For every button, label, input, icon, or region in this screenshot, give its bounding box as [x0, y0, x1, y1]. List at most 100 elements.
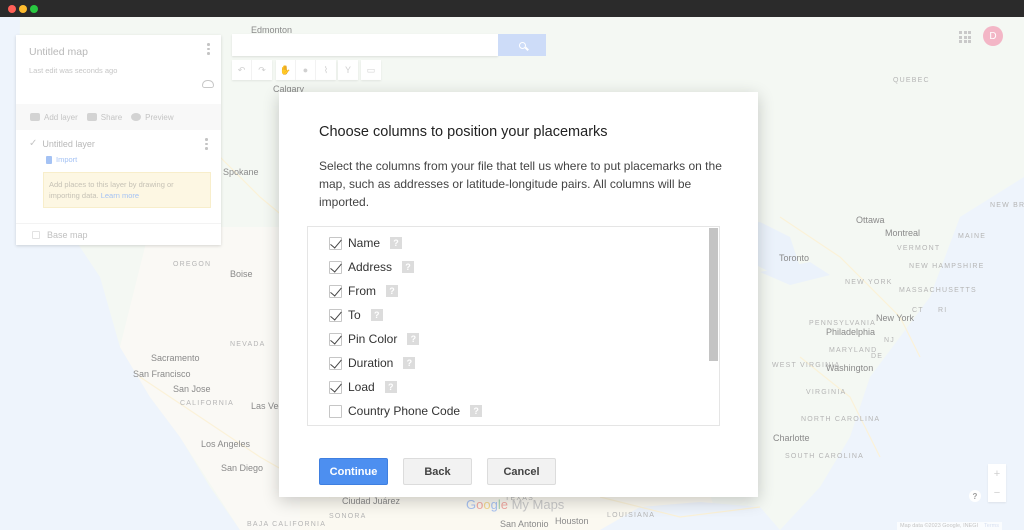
column-item: From ?	[329, 282, 398, 300]
preview-button[interactable]: Preview	[131, 112, 174, 122]
help-icon[interactable]: ?	[390, 237, 403, 249]
map-label-region: NEVADA	[230, 341, 266, 348]
marker-icon[interactable]: ●	[296, 60, 316, 80]
map-label-city: Ottawa	[856, 215, 885, 225]
back-button[interactable]: Back	[403, 458, 472, 485]
window-titlebar	[0, 0, 1024, 17]
import-label: Import	[56, 155, 78, 164]
map-label-region: BAJA CALIFORNIA	[247, 521, 327, 528]
map-label-region: VERMONT	[897, 245, 941, 252]
map-label-region: VIRGINIA	[806, 389, 847, 396]
search-button[interactable]	[498, 34, 546, 56]
column-checkbox[interactable]	[329, 380, 342, 394]
share-button[interactable]: Share	[86, 113, 122, 122]
base-map-toggle[interactable]: Base map	[16, 223, 221, 245]
column-checkbox[interactable]	[329, 356, 342, 370]
help-icon[interactable]: ?	[969, 490, 981, 502]
add-layer-label: Add layer	[44, 112, 78, 122]
map-label-city: Sacramento	[151, 353, 200, 363]
map-label-region: CT	[912, 307, 924, 314]
redo-icon[interactable]: ↷	[252, 60, 272, 80]
maximize-window-button[interactable]	[30, 5, 38, 13]
last-edit-status: Last edit was seconds ago	[29, 66, 118, 75]
column-checkbox[interactable]	[329, 236, 342, 250]
import-link[interactable]: Import	[46, 155, 208, 164]
learn-more-link[interactable]: Learn more	[101, 191, 139, 200]
cancel-button[interactable]: Cancel	[487, 458, 556, 485]
column-checkbox[interactable]	[329, 308, 342, 322]
terms-link[interactable]: Terms	[984, 523, 999, 529]
map-title[interactable]: Untitled map	[29, 46, 208, 58]
column-label[interactable]: Address	[348, 260, 392, 274]
column-label[interactable]: To	[348, 308, 361, 322]
column-label[interactable]: Pin Color	[348, 332, 397, 346]
google-my-maps-logo: Google My Maps	[466, 497, 564, 512]
app-viewport: Edmonton Calgary Spokane Boise Sacrament…	[0, 17, 1024, 530]
undo-redo-toolbar: ↶ ↷	[232, 60, 272, 80]
map-label-region: MAINE	[958, 233, 987, 240]
map-label-city: New York	[876, 313, 915, 323]
undo-icon[interactable]: ↶	[232, 60, 252, 80]
layer-name[interactable]: Untitled layer	[42, 139, 95, 149]
help-icon[interactable]: ?	[370, 309, 383, 321]
minimize-window-button[interactable]	[19, 5, 27, 13]
map-label-city: Toronto	[779, 253, 810, 263]
help-icon[interactable]: ?	[402, 261, 415, 273]
map-options-kebab-icon[interactable]	[207, 43, 211, 57]
map-label-region: PENNSYLVANIA	[809, 320, 877, 327]
column-label[interactable]: Country Phone Code	[348, 404, 460, 418]
map-label-region: SOUTH CAROLINA	[785, 453, 865, 460]
zoom-out-button[interactable]: −	[988, 483, 1006, 502]
column-label[interactable]: Duration	[348, 356, 393, 370]
column-item: Address ?	[329, 258, 415, 276]
column-checkbox[interactable]	[329, 284, 342, 298]
map-label-region: NORTH CAROLINA	[801, 416, 881, 423]
map-label-city: San Diego	[221, 463, 264, 473]
measure-toolbar: ▭	[361, 60, 381, 80]
help-icon[interactable]: ?	[403, 357, 416, 369]
map-label-region: CALIFORNIA	[180, 400, 235, 407]
map-label-region: NJ	[884, 337, 895, 344]
column-item: Pin Color ?	[329, 330, 420, 348]
logo-letter: G	[466, 497, 477, 512]
column-item: Duration ?	[329, 354, 416, 372]
column-label[interactable]: Name	[348, 236, 380, 250]
scrollbar-thumb[interactable]	[709, 228, 718, 361]
column-checkbox[interactable]	[329, 260, 342, 274]
draw-line-icon[interactable]: ⌇	[316, 60, 336, 80]
apps-grid-icon[interactable]	[959, 31, 971, 43]
map-attribution: Map data ©2023 Google, INEGI Terms	[897, 522, 1003, 530]
account-avatar[interactable]: D	[983, 26, 1003, 46]
ruler-icon[interactable]: ▭	[361, 60, 381, 80]
preview-label: Preview	[145, 112, 174, 122]
help-icon[interactable]: ?	[470, 405, 483, 417]
map-label-region: NEW BRUNSWICK	[990, 202, 1024, 209]
columns-scrollbar[interactable]	[708, 227, 719, 425]
layer-options-kebab-icon[interactable]	[205, 138, 209, 152]
choose-columns-dialog: Choose columns to position your placemar…	[279, 92, 758, 497]
column-checkbox[interactable]	[329, 404, 342, 418]
help-icon[interactable]: ?	[384, 381, 397, 393]
logo-letter: o	[483, 497, 491, 512]
column-checkbox[interactable]	[329, 332, 342, 346]
continue-button[interactable]: Continue	[319, 458, 388, 485]
help-icon[interactable]: ?	[386, 285, 398, 297]
layer-visibility-checkbox[interactable]: ✓	[29, 138, 37, 149]
close-window-button[interactable]	[8, 5, 16, 13]
drawing-toolbar: ✋ ● ⌇	[276, 60, 336, 80]
map-label-city: Los Angeles	[201, 439, 251, 449]
directions-icon[interactable]: Y	[338, 60, 358, 80]
column-label[interactable]: Load	[348, 380, 375, 394]
base-map-label: Base map	[47, 229, 88, 240]
hand-icon[interactable]: ✋	[276, 60, 296, 80]
zoom-in-button[interactable]: +	[988, 464, 1006, 483]
column-label[interactable]: From	[348, 284, 376, 298]
map-search-input[interactable]	[232, 34, 498, 56]
help-icon[interactable]: ?	[407, 333, 420, 345]
expand-caret-icon	[32, 230, 40, 239]
add-layer-button[interactable]: Add layer	[30, 113, 78, 122]
map-label-region: SONORA	[329, 513, 367, 520]
map-sidebar-panel: Untitled map Last edit was seconds ago A…	[16, 35, 221, 245]
cloud-saved-icon	[202, 80, 214, 88]
map-label-region: RI	[938, 307, 948, 314]
